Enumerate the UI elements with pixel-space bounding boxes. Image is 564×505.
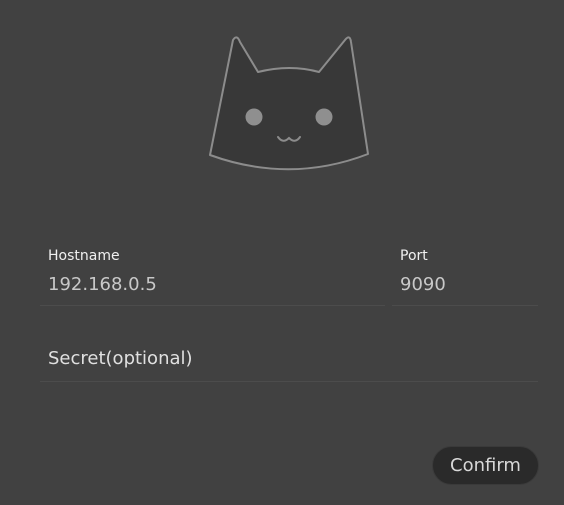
- port-input[interactable]: [400, 272, 530, 296]
- confirm-button[interactable]: Confirm: [432, 446, 539, 485]
- hostname-label: Hostname: [48, 248, 120, 264]
- hostname-field: Hostname: [40, 238, 385, 306]
- port-label: Port: [400, 248, 428, 264]
- cat-face-icon: [209, 36, 369, 171]
- secret-field: [40, 330, 538, 382]
- cat-head-outline: [209, 36, 369, 171]
- hostname-input[interactable]: [48, 272, 378, 296]
- port-field: Port: [392, 238, 538, 306]
- cat-right-eye: [315, 108, 333, 126]
- cat-left-eye: [245, 108, 263, 126]
- secret-input[interactable]: [48, 345, 528, 371]
